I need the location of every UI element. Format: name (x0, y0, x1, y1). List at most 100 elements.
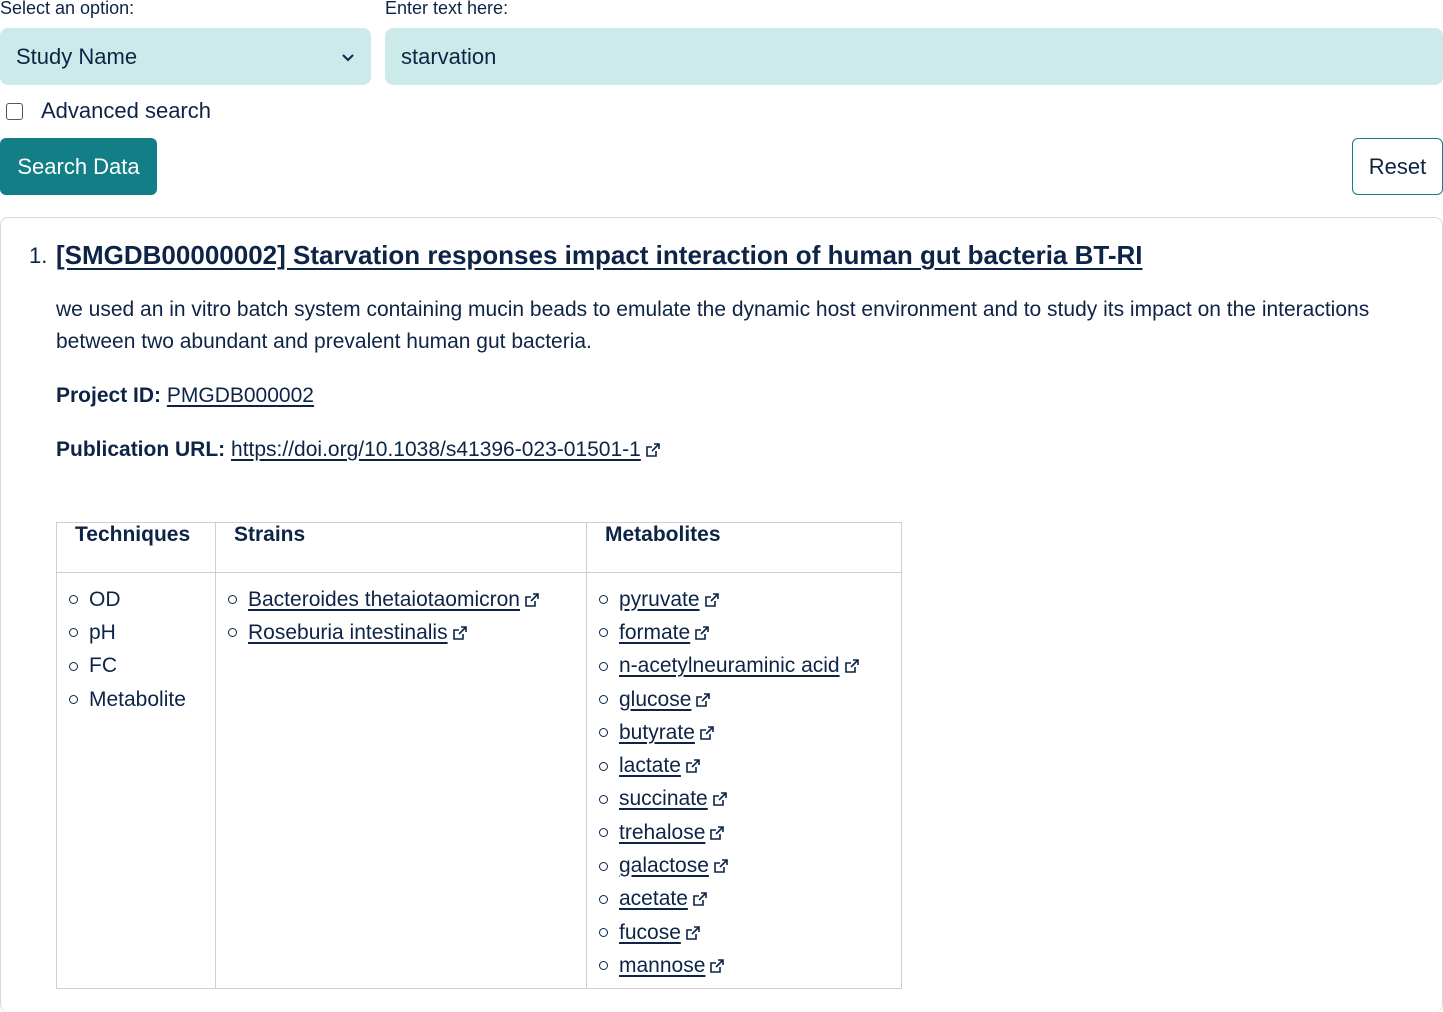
metabolite-item[interactable]: succinate (599, 783, 891, 816)
bullet-icon (599, 628, 608, 638)
strain-item-label[interactable]: Bacteroides thetaiotaomicron (248, 588, 520, 612)
external-link-icon (686, 925, 700, 940)
metabolites-cell: pyruvate formate n-acetylneuraminic acid gl… (586, 572, 902, 989)
metabolites-list: pyruvate formate n-acetylneuraminic acid gl… (599, 583, 891, 983)
bullet-icon (599, 828, 608, 838)
external-link-icon (696, 692, 711, 707)
metabolite-item-label[interactable]: butyrate (619, 721, 695, 745)
metabolite-item[interactable]: pyruvate (599, 583, 891, 616)
result-title-link[interactable]: [SMGDB00000002] Starvation responses imp… (56, 240, 1143, 271)
external-link-icon (704, 592, 719, 607)
publication-row: Publication URL: https://doi.org/10.1038… (56, 438, 661, 462)
metabolite-item-label[interactable]: n-acetylneuraminic acid (619, 654, 840, 678)
external-link-icon (693, 892, 707, 907)
strain-item[interactable]: Roseburia intestinalis (228, 616, 576, 649)
bullet-icon (69, 595, 78, 605)
metabolite-item[interactable]: n-acetylneuraminic acid (599, 650, 891, 683)
advanced-search-checkbox[interactable] (6, 102, 23, 120)
project-id-link[interactable]: PMGDB000002 (167, 384, 314, 407)
metabolite-item-label[interactable]: pyruvate (619, 588, 700, 612)
search-text-value: starvation (401, 43, 497, 69)
text-label: Enter text here: (385, 0, 509, 18)
bullet-icon (599, 695, 608, 705)
header-strains: Strains (215, 522, 587, 573)
external-link-icon (695, 626, 710, 640)
bullet-icon (599, 761, 608, 771)
external-link-icon (712, 792, 727, 807)
result-number: 1. (29, 243, 48, 268)
technique-item: OD (69, 583, 205, 616)
technique-item-label: pH (89, 620, 116, 644)
metabolite-item-label[interactable]: succinate (619, 787, 708, 811)
header-techniques: Techniques (56, 522, 216, 573)
strains-cell: Bacteroides thetaiotaomicron Roseburia in… (215, 572, 587, 989)
strain-item-label[interactable]: Roseburia intestinalis (248, 621, 448, 645)
technique-item: pH (69, 616, 205, 649)
metabolite-item[interactable]: glucose (599, 683, 891, 716)
external-link-icon (844, 659, 859, 674)
bullet-icon (599, 661, 608, 671)
search-data-button[interactable]: Search Data (0, 138, 157, 195)
publication-label: Publication URL: (56, 438, 226, 461)
technique-item-label: OD (89, 587, 121, 611)
project-id-row: Project ID: PMGDB000002 (56, 384, 314, 408)
bullet-icon (599, 861, 608, 871)
bullet-icon (599, 894, 608, 904)
chevron-down-icon (342, 53, 354, 61)
metabolite-item[interactable]: fucose (599, 916, 891, 949)
external-link-icon (714, 859, 728, 873)
external-link-icon (710, 959, 725, 973)
bullet-icon (69, 628, 78, 638)
header-metabolites: Metabolites (586, 522, 902, 573)
metabolite-item[interactable]: lactate (599, 749, 891, 782)
external-link-icon (452, 626, 467, 640)
metabolite-item-label[interactable]: trehalose (619, 821, 705, 845)
bullet-icon (599, 595, 608, 605)
metabolite-item-label[interactable]: mannose (619, 954, 705, 978)
project-id-label: Project ID: (56, 384, 162, 407)
bullet-icon (599, 928, 608, 938)
bullet-icon (599, 794, 608, 804)
external-link-icon (700, 726, 714, 740)
metabolite-item-label[interactable]: fucose (619, 921, 681, 945)
external-link-icon (686, 759, 700, 773)
metabolite-item-label[interactable]: lactate (619, 754, 681, 778)
result-table: Techniques Strains Metabolites OD pH FC Met… (56, 522, 902, 989)
metabolite-item[interactable]: galactose (599, 849, 891, 882)
metabolite-item-label[interactable]: galactose (619, 854, 709, 878)
metabolite-item[interactable]: formate (599, 616, 891, 649)
bullet-icon (599, 728, 608, 738)
metabolite-item-label[interactable]: acetate (619, 887, 688, 911)
strain-item[interactable]: Bacteroides thetaiotaomicron (228, 583, 576, 616)
external-link-icon (525, 592, 539, 607)
search-text-input[interactable]: starvation (385, 28, 1443, 85)
advanced-search-toggle[interactable]: Advanced search (6, 98, 211, 124)
external-link-icon (646, 443, 660, 457)
technique-item-label: FC (89, 654, 117, 678)
external-link-icon (710, 825, 725, 840)
metabolite-item-label[interactable]: formate (619, 621, 690, 645)
technique-item-label: Metabolite (89, 687, 186, 711)
techniques-list: OD pH FC Metabolite (69, 583, 205, 716)
bullet-icon (228, 628, 237, 638)
metabolite-item[interactable]: trehalose (599, 816, 891, 849)
technique-item: FC (69, 650, 205, 683)
advanced-search-label: Advanced search (41, 98, 211, 123)
reset-button[interactable]: Reset (1352, 138, 1443, 195)
bullet-icon (228, 595, 237, 605)
technique-item: Metabolite (69, 683, 205, 716)
search-field-select[interactable]: Study Name (0, 28, 371, 85)
metabolite-item[interactable]: mannose (599, 949, 891, 982)
search-form: Select an option: Enter text here: Study… (0, 0, 1443, 90)
metabolite-item[interactable]: acetate (599, 883, 891, 916)
bullet-icon (69, 695, 78, 705)
select-value: Study Name (16, 43, 138, 69)
result-description: we used an in vitro batch system contain… (56, 298, 1370, 353)
metabolite-item-label[interactable]: glucose (619, 688, 691, 712)
metabolite-item[interactable]: butyrate (599, 716, 891, 749)
techniques-cell: OD pH FC Metabolite (56, 572, 216, 989)
publication-url-link[interactable]: https://doi.org/10.1038/s41396-023-01501… (231, 438, 641, 461)
bullet-icon (599, 961, 608, 971)
bullet-icon (69, 661, 78, 671)
strains-list: Bacteroides thetaiotaomicron Roseburia in… (228, 583, 576, 650)
